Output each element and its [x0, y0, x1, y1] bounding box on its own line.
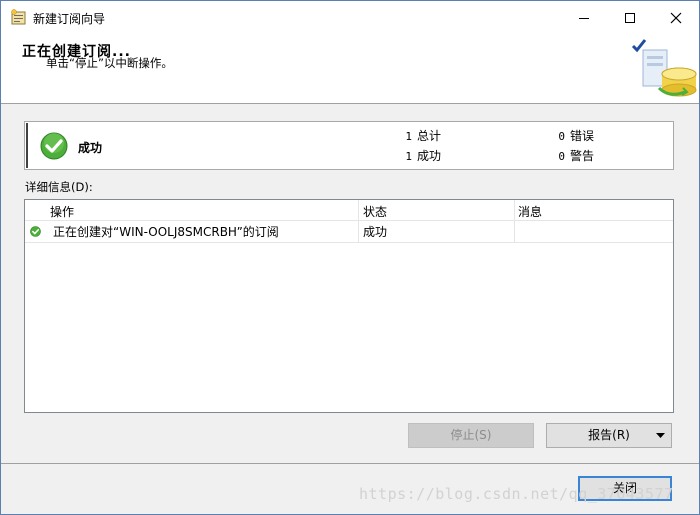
stat-success-label: 成功 [417, 149, 442, 163]
stat-errors: 0 错误 [551, 127, 594, 144]
row-action: 正在创建对“WIN-OOLJ8SMCRBH”的订阅 [53, 225, 279, 239]
stat-errors-count: 0 [558, 130, 565, 143]
report-dropdown-button[interactable]: 报告(R) [546, 423, 672, 448]
stat-total-count: 1 [405, 130, 412, 143]
summary-inner: 成功 1 总计 0 错误 1 成功 0 警告 [26, 123, 672, 168]
column-header-message[interactable]: 消息 [518, 203, 542, 220]
stat-warnings: 0 警告 [551, 147, 594, 164]
maximize-icon [625, 13, 635, 23]
success-check-icon [30, 226, 41, 237]
app-icon [11, 9, 26, 25]
stop-button[interactable]: 停止(S) [408, 423, 534, 448]
summary-panel: 成功 1 总计 0 错误 1 成功 0 警告 [24, 121, 674, 170]
database-checkmark-icon [631, 39, 697, 97]
wizard-window: 新建订阅向导 正在创建订阅... 单击“停止”以中断操作。 成功 1 总计 0 … [0, 0, 700, 515]
success-check-icon [40, 132, 68, 160]
footer-divider [1, 463, 699, 464]
stat-success: 1 成功 [398, 147, 441, 164]
chevron-down-icon [656, 433, 665, 438]
maximize-button[interactable] [607, 1, 653, 34]
wizard-header: 正在创建订阅... 单击“停止”以中断操作。 [1, 34, 699, 104]
close-window-button[interactable] [653, 1, 699, 34]
overall-status: 成功 [78, 141, 103, 155]
row-status: 成功 [363, 225, 388, 239]
stat-errors-label: 错误 [570, 129, 595, 143]
stat-total-label: 总计 [417, 129, 442, 143]
column-header-action[interactable]: 操作 [50, 203, 74, 220]
details-label: 详细信息(D): [25, 180, 93, 194]
stat-total: 1 总计 [398, 127, 441, 144]
minimize-button[interactable] [561, 1, 607, 34]
column-header-status[interactable]: 状态 [363, 203, 387, 220]
title-bar[interactable]: 新建订阅向导 [1, 1, 699, 34]
table-row[interactable]: 正在创建对“WIN-OOLJ8SMCRBH”的订阅 成功 [25, 221, 673, 243]
report-button-label: 报告(R) [588, 428, 630, 442]
window-title: 新建订阅向导 [33, 12, 106, 26]
stat-warnings-count: 0 [558, 150, 565, 163]
stat-warnings-label: 警告 [570, 149, 595, 163]
stat-success-count: 1 [405, 150, 412, 163]
grid-header: 操作 状态 消息 [25, 200, 673, 221]
page-subtitle: 单击“停止”以中断操作。 [46, 56, 173, 70]
close-button[interactable]: 关闭 [578, 476, 672, 501]
minimize-icon [579, 18, 589, 19]
close-icon [670, 12, 682, 24]
details-grid[interactable]: 操作 状态 消息 正在创建对“WIN-OOLJ8SMCRBH”的订阅 成功 [24, 199, 674, 413]
